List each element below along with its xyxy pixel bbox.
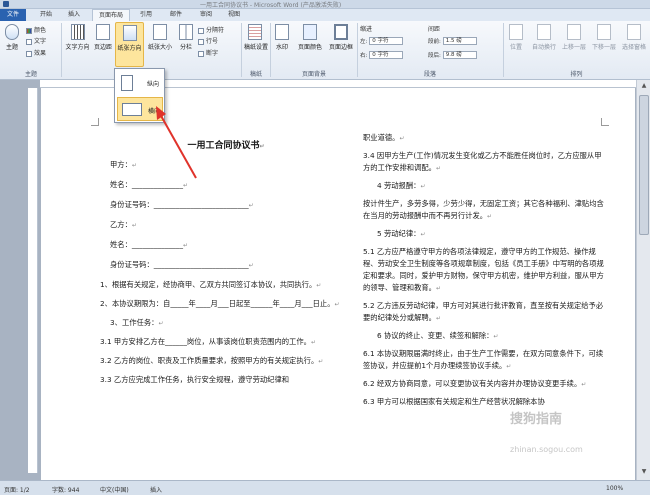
status-word-count[interactable]: 字数: 944 xyxy=(52,485,79,494)
scroll-thumb[interactable] xyxy=(639,95,649,235)
status-insert-mode[interactable]: 插入 xyxy=(150,485,162,494)
vertical-scrollbar[interactable]: ▲ ▼ xyxy=(636,80,650,480)
status-language[interactable]: 中文(中国) xyxy=(100,485,129,494)
status-zoom[interactable]: 100% xyxy=(606,485,623,492)
status-page[interactable]: 页面: 1/2 xyxy=(4,485,30,494)
annotation-arrow xyxy=(156,106,197,179)
scroll-up-icon[interactable]: ▲ xyxy=(640,82,648,90)
status-bar: 页面: 1/2 字数: 944 中文(中国) 插入 100% xyxy=(0,480,650,495)
scroll-down-icon[interactable]: ▼ xyxy=(640,468,648,476)
